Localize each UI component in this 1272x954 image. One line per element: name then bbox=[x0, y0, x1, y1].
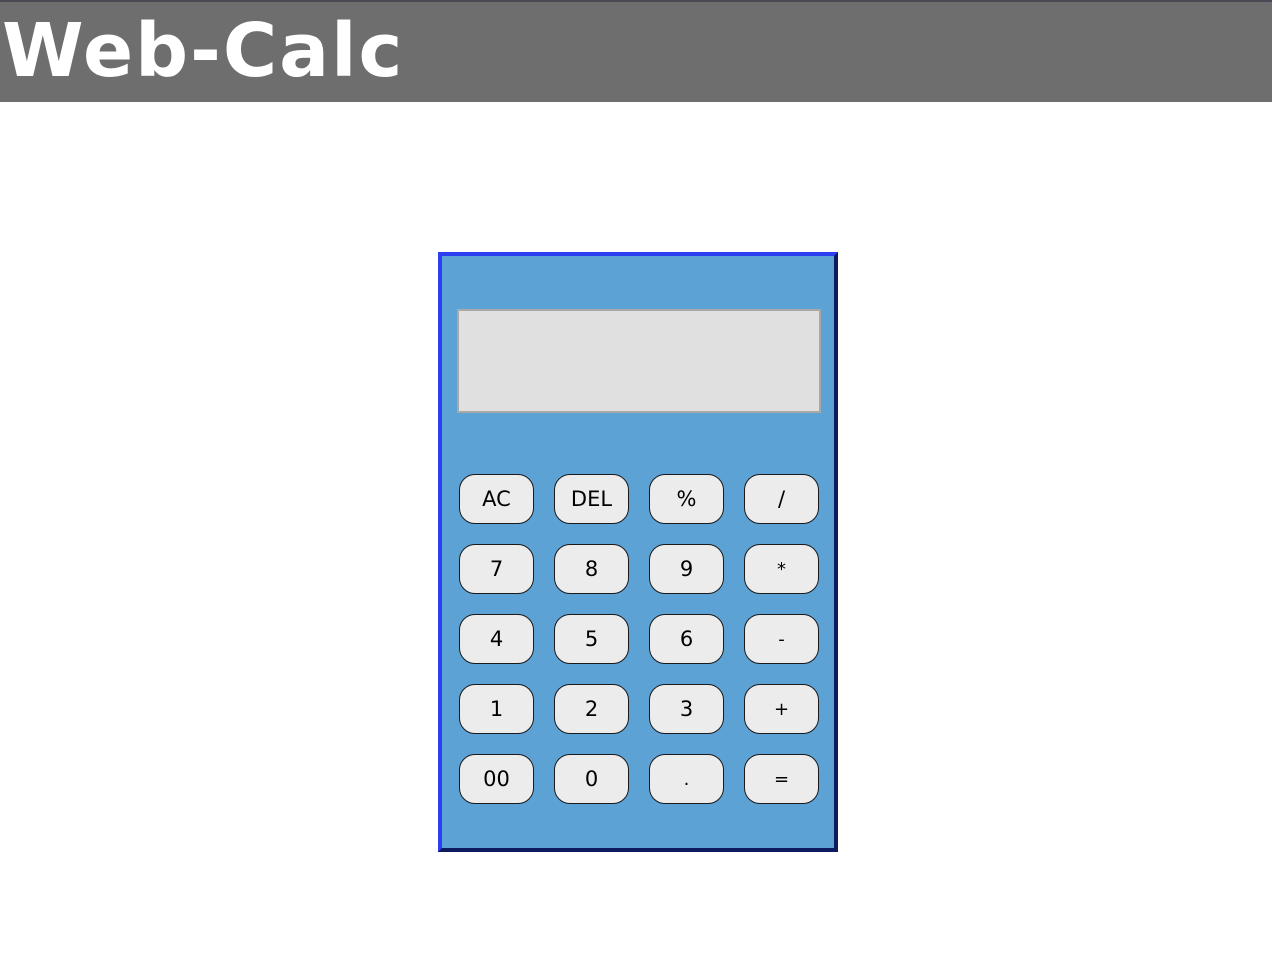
delete-button[interactable]: DEL bbox=[554, 474, 629, 524]
digit-7-button[interactable]: 7 bbox=[459, 544, 534, 594]
divide-button[interactable]: / bbox=[744, 474, 819, 524]
multiply-button[interactable]: * bbox=[744, 544, 819, 594]
calculator-display[interactable] bbox=[457, 309, 821, 413]
digit-8-button[interactable]: 8 bbox=[554, 544, 629, 594]
subtract-button[interactable]: - bbox=[744, 614, 819, 664]
digit-3-button[interactable]: 3 bbox=[649, 684, 724, 734]
app-title: Web-Calc bbox=[2, 8, 405, 94]
digit-9-button[interactable]: 9 bbox=[649, 544, 724, 594]
add-button[interactable]: + bbox=[744, 684, 819, 734]
double-zero-button[interactable]: 00 bbox=[459, 754, 534, 804]
digit-0-button[interactable]: 0 bbox=[554, 754, 629, 804]
browser-viewport: Web-Calc AC DEL % / 7 8 9 * 4 5 6 - 1 2 … bbox=[0, 0, 1272, 954]
digit-5-button[interactable]: 5 bbox=[554, 614, 629, 664]
equals-button[interactable]: = bbox=[744, 754, 819, 804]
calculator: AC DEL % / 7 8 9 * 4 5 6 - 1 2 3 + 00 0 … bbox=[438, 252, 838, 852]
decimal-point-button[interactable]: . bbox=[649, 754, 724, 804]
percent-button[interactable]: % bbox=[649, 474, 724, 524]
digit-4-button[interactable]: 4 bbox=[459, 614, 534, 664]
digit-2-button[interactable]: 2 bbox=[554, 684, 629, 734]
digit-6-button[interactable]: 6 bbox=[649, 614, 724, 664]
header-bar: Web-Calc bbox=[0, 2, 1272, 102]
all-clear-button[interactable]: AC bbox=[459, 474, 534, 524]
digit-1-button[interactable]: 1 bbox=[459, 684, 534, 734]
